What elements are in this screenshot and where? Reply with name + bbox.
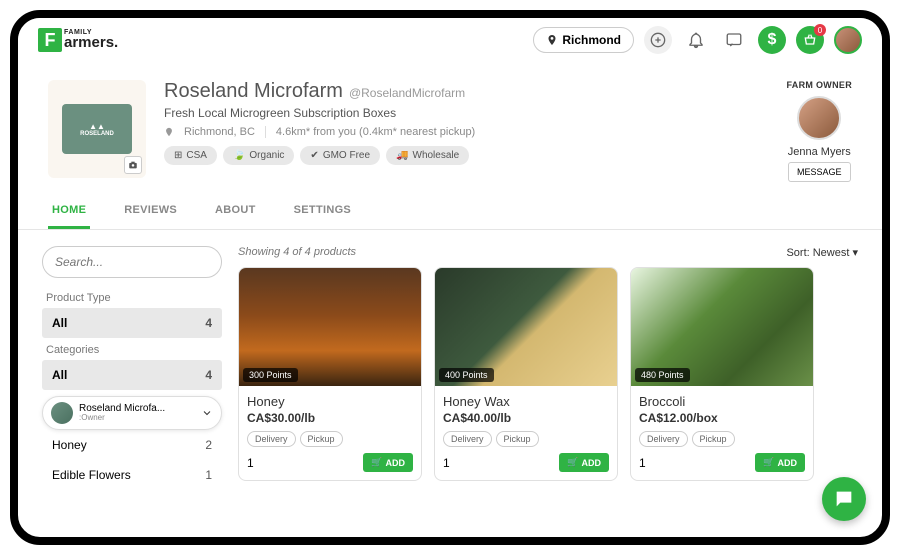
logo-mark: F [38, 28, 62, 52]
filter-cat-all[interactable]: All 4 [42, 360, 222, 390]
product-price: CA$30.00/lb [247, 411, 413, 425]
switcher-role: :Owner [79, 414, 195, 423]
delivery-pill: Delivery [247, 431, 296, 447]
add-button[interactable]: 🛒 ADD [755, 453, 805, 472]
wallet-button[interactable]: $ [758, 26, 786, 54]
tag-gmo-free[interactable]: ✔GMO Free [300, 146, 380, 165]
points-badge: 400 Points [439, 368, 494, 382]
farm-location: Richmond, BC [184, 126, 255, 138]
product-price: CA$40.00/lb [443, 411, 609, 425]
product-card[interactable]: 300 Points Honey CA$30.00/lb Delivery Pi… [238, 267, 422, 481]
add-button[interactable]: 🛒 ADD [363, 453, 413, 472]
messages-button[interactable] [720, 26, 748, 54]
product-name: Broccoli [639, 394, 805, 409]
product-name: Honey [247, 394, 413, 409]
account-switcher[interactable]: Roseland Microfa... :Owner [42, 396, 222, 430]
user-avatar[interactable] [834, 26, 862, 54]
pickup-pill: Pickup [300, 431, 343, 447]
pickup-pill: Pickup [692, 431, 735, 447]
location-text: Richmond [562, 33, 621, 47]
notifications-button[interactable] [682, 26, 710, 54]
product-name: Honey Wax [443, 394, 609, 409]
filter-cat-label: Categories [46, 344, 218, 356]
product-price: CA$12.00/box [639, 411, 805, 425]
delivery-pill: Delivery [443, 431, 492, 447]
farm-name: Roseland Microfarm [164, 80, 343, 103]
tag-wholesale[interactable]: 🚚Wholesale [386, 146, 469, 165]
tab-reviews[interactable]: REVIEWS [120, 194, 181, 229]
tab-settings[interactable]: SETTINGS [290, 194, 355, 229]
camera-badge[interactable] [124, 156, 142, 174]
cart-button[interactable]: 0 [796, 26, 824, 54]
product-image: 300 Points [239, 268, 421, 386]
product-card[interactable]: 480 Points Broccoli CA$12.00/box Deliver… [630, 267, 814, 481]
farm-distance: 4.6km* from you (0.4km* nearest pickup) [276, 126, 475, 138]
farm-emblem: ▲▲ ROSELAND [62, 104, 132, 154]
filter-type-all[interactable]: All 4 [42, 308, 222, 338]
dollar-icon: $ [768, 31, 777, 49]
pin-icon [164, 127, 174, 137]
product-image: 400 Points [435, 268, 617, 386]
speech-icon [833, 488, 855, 510]
brand-logo[interactable]: F FAMILY armers. [38, 28, 118, 52]
farm-logo: ▲▲ ROSELAND [48, 80, 146, 178]
plus-circle-icon [650, 32, 666, 48]
filter-type-label: Product Type [46, 292, 218, 304]
search-input[interactable] [55, 255, 212, 269]
chat-fab[interactable] [822, 477, 866, 521]
sort-button[interactable]: Sort: Newest ▾ [786, 246, 858, 259]
search-box[interactable] [42, 246, 222, 278]
bell-icon [687, 31, 705, 49]
delivery-pill: Delivery [639, 431, 688, 447]
results-count: Showing 4 of 4 products [238, 246, 356, 259]
farm-tagline: Fresh Local Microgreen Subscription Boxe… [164, 106, 769, 120]
quantity[interactable]: 1 [247, 456, 254, 470]
tag-csa[interactable]: ⊞CSA [164, 146, 217, 165]
points-badge: 300 Points [243, 368, 298, 382]
quantity[interactable]: 1 [639, 456, 646, 470]
owner-label: FARM OWNER [787, 80, 853, 90]
divider [265, 126, 266, 138]
message-button[interactable]: MESSAGE [788, 162, 851, 182]
owner-name: Jenna Myers [787, 146, 853, 158]
tab-about[interactable]: ABOUT [211, 194, 260, 229]
filter-cat-flowers[interactable]: Edible Flowers 1 [42, 460, 222, 490]
location-button[interactable]: Richmond [533, 27, 634, 53]
pickup-pill: Pickup [496, 431, 539, 447]
logo-bottomtext: armers. [64, 36, 118, 50]
add-circle-button[interactable] [644, 26, 672, 54]
owner-avatar[interactable] [797, 96, 841, 140]
chevron-down-icon [201, 407, 213, 419]
camera-icon [128, 160, 138, 170]
chat-icon [725, 31, 743, 49]
tab-home[interactable]: HOME [48, 194, 90, 229]
switcher-avatar [51, 402, 73, 424]
product-card[interactable]: 400 Points Honey Wax CA$40.00/lb Deliver… [434, 267, 618, 481]
cart-badge: 0 [814, 24, 826, 36]
filter-cat-honey[interactable]: Honey 2 [42, 430, 222, 460]
pin-icon [546, 34, 558, 46]
add-button[interactable]: 🛒 ADD [559, 453, 609, 472]
product-image: 480 Points [631, 268, 813, 386]
points-badge: 480 Points [635, 368, 690, 382]
quantity[interactable]: 1 [443, 456, 450, 470]
farm-handle: @RoselandMicrofarm [349, 86, 465, 100]
tag-organic[interactable]: 🍃Organic [223, 146, 294, 165]
